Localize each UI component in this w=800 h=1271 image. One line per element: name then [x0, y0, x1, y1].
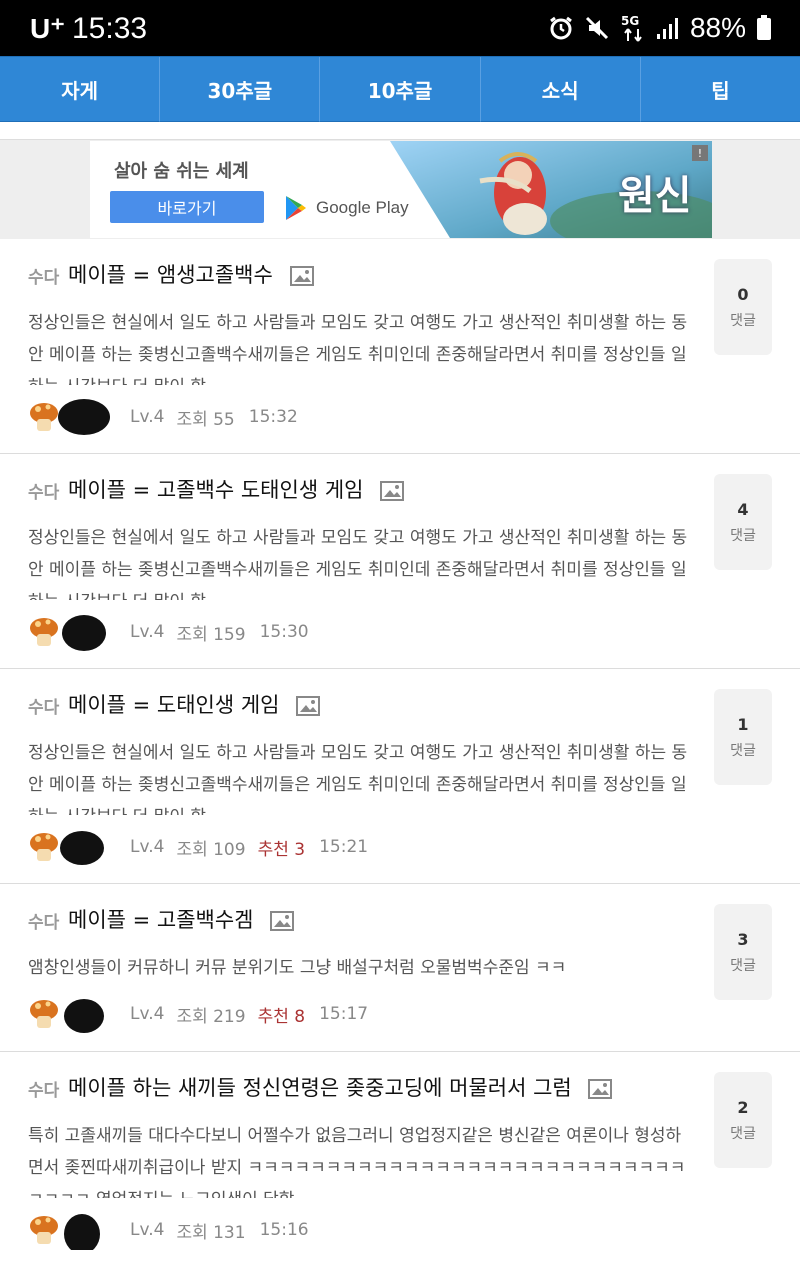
avatar [30, 399, 110, 435]
view-count: 조회 109 [176, 839, 246, 860]
post-excerpt: 앰창인생들이 커뮤하니 커뮤 분위기도 그냥 배설구처럼 오물범벅수준임 ㅋㅋ [28, 958, 567, 978]
tab-spacer [0, 122, 800, 140]
recommend-count: 추천 8 [257, 1006, 306, 1027]
post-title-text: 메이플 하는 새끼들 정신연령은 좆중고딩에 머물러서 그럼 [68, 1076, 572, 1100]
ad-container: 살아 숨 쉬는 세계 바로가기 Google Play 원신 ! [0, 140, 800, 239]
post-excerpt: 정상인들은 현실에서 일도 하고 사람들과 모임도 갖고 여행도 가고 생산적인… [28, 313, 688, 385]
post-time: 15:30 [259, 622, 309, 642]
comment-count: 4 [737, 499, 749, 519]
comment-count-box[interactable]: 0 댓글 [714, 259, 772, 355]
post-title[interactable]: 메이플 하는 새끼들 정신연령은 좆중고딩에 머물러서 그럼 [68, 1072, 613, 1102]
battery-percent: 88% [689, 12, 746, 43]
user-level: Lv.4 [130, 1220, 165, 1240]
recommend-count: 추천 3 [257, 839, 306, 860]
mute-icon [584, 15, 610, 41]
post-title[interactable]: 메이플 = 앰생고졸백수 [68, 259, 314, 289]
board-tab-bar: 자게 30추글 10추글 소식 팁 [0, 56, 800, 122]
post-meta: Lv.4 조회 219 추천 8 15:17 [28, 994, 368, 1034]
user-level: Lv.4 [130, 407, 165, 427]
carrier-label: U⁺ [30, 13, 65, 44]
list-item[interactable]: 수다 메이플 하는 새끼들 정신연령은 좆중고딩에 머물러서 그럼 특히 고졸새… [0, 1052, 800, 1271]
comment-count: 2 [737, 1097, 749, 1117]
list-item[interactable]: 수다 메이플 = 앰생고졸백수 정상인들은 현실에서 일도 하고 사람들과 모임… [0, 239, 800, 454]
post-category: 수다 [28, 698, 60, 718]
post-title-text: 메이플 = 고졸백수 도태인생 게임 [68, 478, 364, 502]
post-meta: Lv.4 조회 55 15:32 [28, 397, 298, 437]
list-item[interactable]: 수다 메이플 = 도태인생 게임 정상인들은 현실에서 일도 하고 사람들과 모… [0, 669, 800, 884]
post-excerpt: 정상인들은 현실에서 일도 하고 사람들과 모임도 갖고 여행도 가고 생산적인… [28, 743, 688, 815]
comment-count-box[interactable]: 1 댓글 [714, 689, 772, 785]
list-item[interactable]: 수다 메이플 = 고졸백수 도태인생 게임 정상인들은 현실에서 일도 하고 사… [0, 454, 800, 669]
comment-label: 댓글 [730, 957, 756, 974]
post-time: 15:17 [319, 1004, 369, 1024]
view-count: 조회 159 [176, 624, 246, 645]
post-title-text: 메이플 = 고졸백수겜 [68, 908, 254, 932]
tab-free-board[interactable]: 자게 [0, 57, 161, 122]
avatar [30, 999, 104, 1033]
post-meta: Lv.4 조회 131 15:16 [28, 1210, 309, 1250]
avatar [30, 615, 106, 651]
comment-count-box[interactable]: 4 댓글 [714, 474, 772, 570]
comment-count: 0 [737, 284, 749, 304]
post-title[interactable]: 메이플 = 고졸백수겜 [68, 904, 295, 934]
avatar [30, 1214, 100, 1250]
list-item[interactable]: 수다 메이플 = 고졸백수겜 앰창인생들이 커뮤하니 커뮤 분위기도 그냥 배설… [0, 884, 800, 1052]
user-level: Lv.4 [130, 837, 165, 857]
ad-banner[interactable]: 살아 숨 쉬는 세계 바로가기 Google Play 원신 ! [90, 141, 712, 238]
image-attachment-icon [588, 1079, 613, 1099]
post-meta: Lv.4 조회 109 추천 3 15:21 [28, 827, 368, 867]
image-attachment-icon [270, 911, 295, 931]
post-time: 15:21 [319, 837, 369, 857]
post-category: 수다 [28, 268, 60, 288]
ad-title: 살아 숨 쉬는 세계 [114, 161, 249, 182]
tab-10-recommended[interactable]: 10추글 [320, 57, 481, 122]
post-category: 수다 [28, 483, 60, 503]
alarm-icon [548, 15, 574, 41]
post-title[interactable]: 메이플 = 고졸백수 도태인생 게임 [68, 474, 405, 504]
view-count: 조회 131 [176, 1222, 246, 1243]
tab-tips[interactable]: 팁 [640, 57, 800, 122]
signal-icon [656, 16, 680, 40]
status-bar: U⁺ 15:33 5G 88% [0, 0, 800, 56]
user-level: Lv.4 [130, 622, 165, 642]
ad-go-button[interactable]: 바로가기 [110, 191, 264, 223]
image-attachment-icon [380, 481, 405, 501]
comment-label: 댓글 [730, 1125, 756, 1142]
comment-count: 3 [737, 929, 749, 949]
comment-label: 댓글 [730, 312, 756, 329]
comment-label: 댓글 [730, 527, 756, 544]
post-title-text: 메이플 = 앰생고졸백수 [68, 263, 273, 287]
comment-count-box[interactable]: 3 댓글 [714, 904, 772, 1000]
comment-label: 댓글 [730, 742, 756, 759]
view-count: 조회 219 [176, 1006, 246, 1027]
comment-count: 1 [737, 714, 749, 734]
svg-text:5G: 5G [621, 14, 639, 28]
image-attachment-icon [296, 696, 321, 716]
5g-icon: 5G [620, 13, 646, 43]
view-count: 조회 55 [176, 409, 235, 430]
battery-icon [756, 15, 772, 41]
avatar [30, 831, 104, 865]
google-play-icon [286, 196, 306, 220]
post-title[interactable]: 메이플 = 도태인생 게임 [68, 689, 321, 719]
clock: 15:33 [72, 12, 148, 45]
post-category: 수다 [28, 913, 60, 933]
post-meta: Lv.4 조회 159 15:30 [28, 612, 309, 652]
post-excerpt: 특히 고졸새끼들 대다수다보니 어쩔수가 없음그러니 영업정지같은 병신같은 여… [28, 1126, 686, 1198]
post-excerpt: 정상인들은 현실에서 일도 하고 사람들과 모임도 갖고 여행도 가고 생산적인… [28, 528, 688, 600]
tab-news[interactable]: 소식 [480, 57, 641, 122]
post-category: 수다 [28, 1081, 60, 1101]
post-title-text: 메이플 = 도태인생 게임 [68, 693, 280, 717]
ad-info-icon[interactable]: ! [692, 145, 708, 161]
comment-count-box[interactable]: 2 댓글 [714, 1072, 772, 1168]
status-icons: 5G 88% [548, 10, 772, 46]
image-attachment-icon [289, 266, 314, 286]
ad-game-logo: 원신 [618, 173, 692, 219]
post-time: 15:32 [248, 407, 298, 427]
user-level: Lv.4 [130, 1004, 165, 1024]
tab-30-recommended[interactable]: 30추글 [160, 57, 321, 122]
post-time: 15:16 [259, 1220, 309, 1240]
